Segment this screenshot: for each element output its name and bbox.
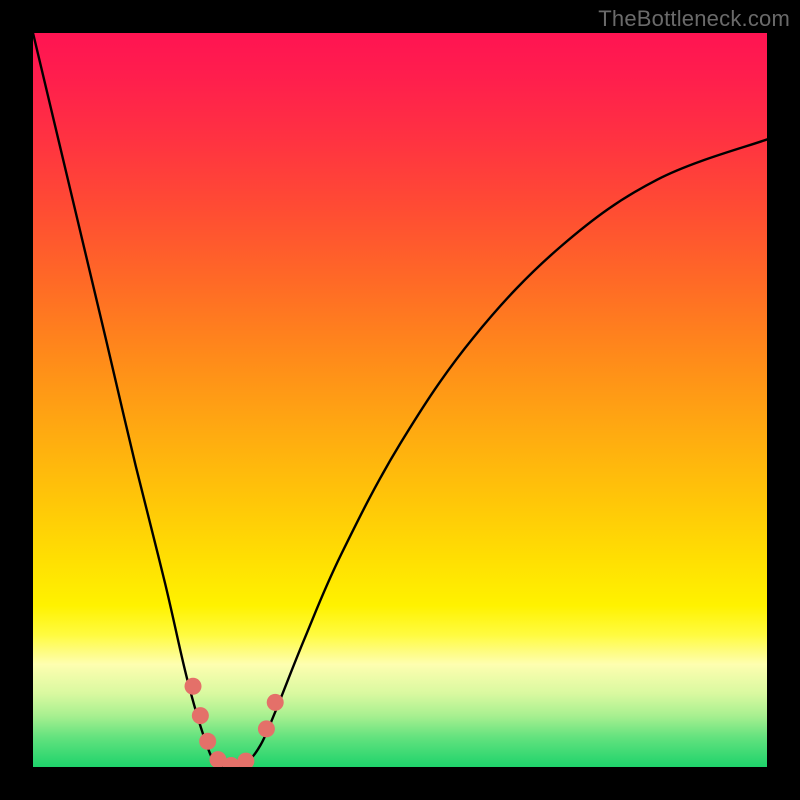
marker-dot	[192, 707, 209, 724]
marker-dot	[209, 751, 226, 767]
chart-frame: TheBottleneck.com	[0, 0, 800, 800]
marker-dot	[199, 733, 216, 750]
marker-dot	[223, 757, 240, 767]
marker-dot	[185, 678, 202, 695]
marker-dot	[258, 720, 275, 737]
bottleneck-curve	[33, 33, 767, 767]
plot-area	[33, 33, 767, 767]
marker-dot	[267, 694, 284, 711]
marker-dot	[237, 753, 254, 767]
curve-svg	[33, 33, 767, 767]
highlight-markers	[185, 678, 284, 767]
watermark-text: TheBottleneck.com	[598, 6, 790, 32]
